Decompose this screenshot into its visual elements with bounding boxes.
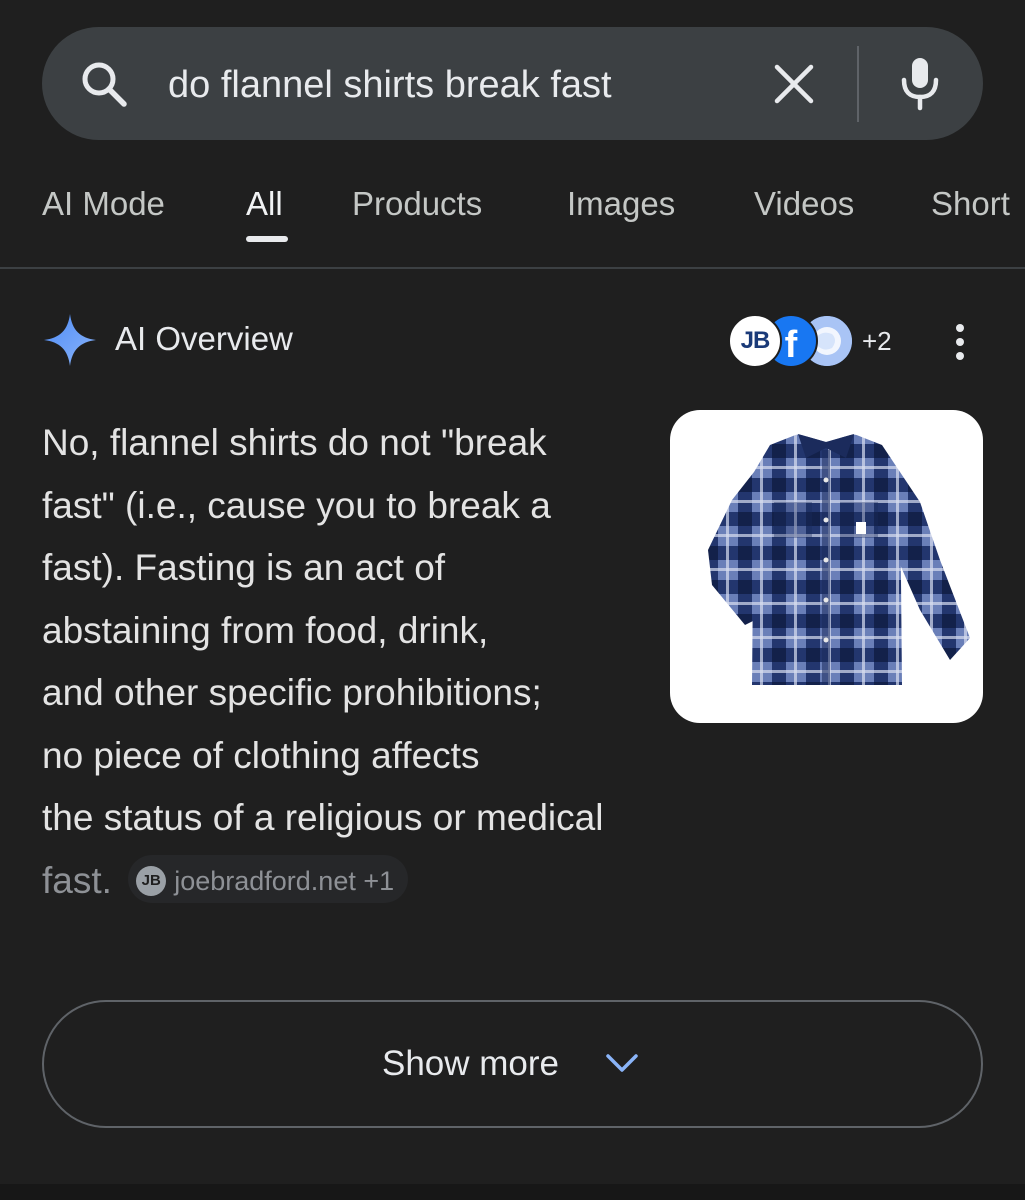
- tab-short[interactable]: Short: [931, 184, 1010, 224]
- search-icon[interactable]: [78, 58, 130, 110]
- ai-overview-text: No, flannel shirts do not "break fast" (…: [42, 412, 692, 912]
- citation-label: joebradford.net +1: [174, 865, 395, 896]
- chevron-down-icon: [606, 1054, 638, 1072]
- overview-line: fast). Fasting is an act of: [42, 547, 446, 588]
- tab-videos[interactable]: Videos: [754, 184, 854, 224]
- citation-chip[interactable]: JB joebradford.net +1: [128, 854, 409, 903]
- source-avatar-jb[interactable]: JB: [728, 314, 782, 368]
- flannel-shirt-image[interactable]: [670, 410, 983, 723]
- active-tab-indicator: [246, 236, 288, 242]
- overview-line: No, flannel shirts do not "break: [42, 422, 547, 463]
- tabs-divider: [0, 267, 1025, 269]
- ai-overview-title: AI Overview: [115, 320, 293, 357]
- shirt-illustration: [708, 434, 970, 685]
- search-input[interactable]: do flannel shirts break fast: [168, 62, 612, 108]
- overview-line: the status of a religious or medical: [42, 797, 604, 838]
- overview-line: abstaining from food, drink,: [42, 609, 489, 651]
- close-icon[interactable]: [772, 62, 816, 106]
- overview-line: and other specific prohibitions;: [42, 672, 542, 713]
- sparkle-icon: [44, 314, 96, 366]
- tab-all[interactable]: All: [246, 184, 283, 224]
- sources-count[interactable]: +2: [862, 326, 892, 357]
- citation-favicon: JB: [136, 865, 167, 896]
- overview-line: no piece of clothing affects: [42, 734, 480, 776]
- source-avatars[interactable]: JB f: [728, 314, 858, 368]
- microphone-icon[interactable]: [897, 56, 943, 112]
- show-more-button[interactable]: Show more: [42, 1000, 983, 1128]
- tab-products[interactable]: Products: [352, 184, 482, 224]
- more-vert-icon[interactable]: [950, 322, 970, 362]
- tab-ai-mode[interactable]: AI Mode: [42, 184, 165, 224]
- overview-line: fast" (i.e., cause you to break a: [42, 484, 551, 526]
- search-tabs: AI Mode All Products Images Videos Short: [0, 178, 1025, 268]
- show-more-label: Show more: [382, 1044, 560, 1083]
- overview-line: fast.: [42, 859, 112, 901]
- search-divider: [857, 46, 859, 122]
- tab-images[interactable]: Images: [567, 184, 675, 224]
- bottom-edge: [0, 1184, 1025, 1200]
